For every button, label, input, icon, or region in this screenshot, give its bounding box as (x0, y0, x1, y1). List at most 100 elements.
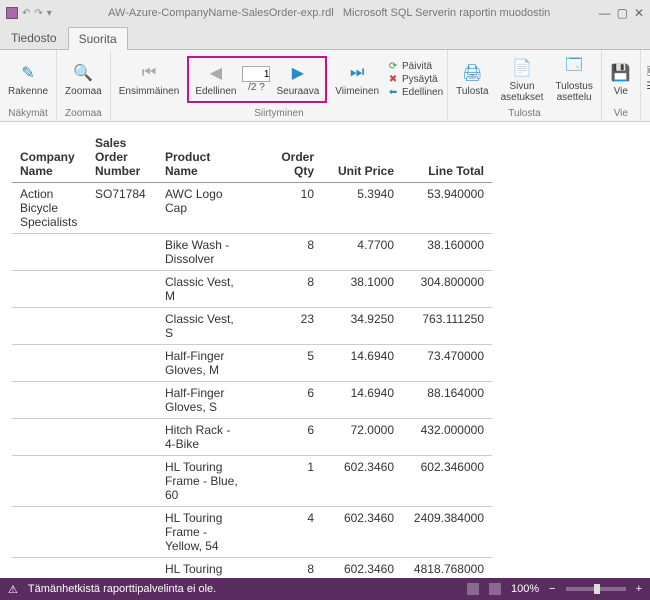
cell-total: 4818.768000 (402, 558, 492, 579)
cell-qty: 8 (252, 271, 322, 308)
redo-icon[interactable]: ↷ (34, 8, 42, 19)
cell-price: 14.6940 (322, 345, 402, 382)
cell-price: 72.0000 (322, 419, 402, 456)
cell-product: AWC Logo Cap (157, 183, 252, 234)
report-viewer[interactable]: Company Name Sales Order Number Product … (0, 122, 650, 578)
cell-total: 763.111250 (402, 308, 492, 345)
cell-price: 602.3460 (322, 456, 402, 507)
minimize-icon[interactable]: — (599, 6, 611, 20)
zoom-out-button[interactable]: − (549, 583, 555, 595)
cell-qty: 6 (252, 419, 322, 456)
page-setup-icon: 📄 (511, 57, 533, 79)
tab-file[interactable]: Tiedosto (0, 26, 68, 49)
cell-price: 34.9250 (322, 308, 402, 345)
qa-dropdown-icon[interactable]: ▾ (47, 8, 52, 19)
print-layout-button[interactable]: 🗔Tulostus asettelu (551, 55, 596, 105)
cell-so (87, 456, 157, 507)
cell-product: Half-Finger Gloves, M (157, 345, 252, 382)
stop-icon: ✖ (387, 74, 399, 86)
cell-qty: 8 (252, 558, 322, 579)
close-icon[interactable]: ✕ (634, 6, 644, 20)
cell-so (87, 507, 157, 558)
docmap-button[interactable]: 🗎Tiedostokartta (645, 67, 650, 79)
refresh-icon: ⟳ (387, 61, 399, 73)
cell-total: 38.160000 (402, 234, 492, 271)
table-row: Action Bicycle SpecialistsSO71784AWC Log… (12, 183, 492, 234)
cell-total: 88.164000 (402, 382, 492, 419)
cell-product: Bike Wash - Dissolver (157, 234, 252, 271)
cell-qty: 6 (252, 382, 322, 419)
back-button[interactable]: ⬅Edellinen (387, 87, 443, 99)
refresh-button[interactable]: ⟳Päivitä (387, 61, 443, 73)
next-page-button[interactable]: ▶ Seuraava (272, 60, 323, 99)
cell-company (12, 456, 87, 507)
ribbon-tabs: Tiedosto Suorita (0, 26, 650, 50)
tab-run[interactable]: Suorita (68, 27, 128, 50)
cell-total: 602.346000 (402, 456, 492, 507)
export-button[interactable]: 💾Vie (606, 60, 636, 99)
col-total: Line Total (402, 132, 492, 183)
page-nav-highlight: ◀ Edellinen /2 ? ▶ Seuraava (187, 56, 327, 103)
maximize-icon[interactable]: ▢ (617, 6, 628, 20)
cell-company (12, 271, 87, 308)
params-button[interactable]: ☰Parametrit (645, 80, 650, 92)
last-page-button[interactable]: ⏭ Viimeinen (331, 60, 383, 99)
view-mode-icon-2[interactable] (489, 583, 501, 595)
cell-qty: 10 (252, 183, 322, 234)
cell-product: HL Touring Frame - Yellow, 60 (157, 558, 252, 579)
col-so: Sales Order Number (87, 132, 157, 183)
prev-page-button[interactable]: ◀ Edellinen (191, 60, 240, 99)
cell-company (12, 419, 87, 456)
cell-total: 73.470000 (402, 345, 492, 382)
cell-price: 14.6940 (322, 382, 402, 419)
table-row: HL Touring Frame - Yellow, 608602.346048… (12, 558, 492, 579)
table-row: HL Touring Frame - Blue, 601602.3460602.… (12, 456, 492, 507)
cell-product: Classic Vest, S (157, 308, 252, 345)
col-product: Product Name (157, 132, 252, 183)
last-page-icon: ⏭ (346, 62, 368, 84)
cell-company (12, 507, 87, 558)
first-page-button[interactable]: ⏮ Ensimmäinen (115, 60, 184, 99)
cell-price: 602.3460 (322, 507, 402, 558)
cell-qty: 23 (252, 308, 322, 345)
ribbon: ✎ Rakenne Näkymät 🔍 Zoomaa Zoomaa ⏮ Ensi… (0, 50, 650, 122)
design-button[interactable]: ✎ Rakenne (4, 60, 52, 99)
undo-icon[interactable]: ↶ (22, 8, 30, 19)
zoom-icon: 🔍 (72, 62, 94, 84)
prev-page-icon: ◀ (205, 62, 227, 84)
table-row: Half-Finger Gloves, S614.694088.164000 (12, 382, 492, 419)
statusbar: ⚠ Tämänhetkistä raporttipalvelinta ei ol… (0, 578, 650, 600)
cell-total: 304.800000 (402, 271, 492, 308)
cell-company (12, 308, 87, 345)
title-filename: AW-Azure-CompanyName-SalesOrder-exp.rdl (108, 7, 334, 19)
report-table: Company Name Sales Order Number Product … (12, 132, 492, 578)
page-total: /2 ? (248, 82, 265, 93)
cell-company (12, 234, 87, 271)
cell-product: HL Touring Frame - Yellow, 54 (157, 507, 252, 558)
zoom-button[interactable]: 🔍 Zoomaa (61, 60, 106, 99)
status-warning-icon: ⚠ (8, 583, 18, 596)
cell-so (87, 419, 157, 456)
export-icon: 💾 (610, 62, 632, 84)
stop-button[interactable]: ✖Pysäytä (387, 74, 443, 86)
cell-so (87, 345, 157, 382)
cell-price: 38.1000 (322, 271, 402, 308)
cell-company: Action Bicycle Specialists (12, 183, 87, 234)
page-input[interactable] (242, 66, 270, 82)
cell-so (87, 558, 157, 579)
view-mode-icon[interactable] (467, 583, 479, 595)
cell-product: Hitch Rack - 4-Bike (157, 419, 252, 456)
cell-product: Half-Finger Gloves, S (157, 382, 252, 419)
zoom-value: 100% (511, 583, 539, 595)
zoom-slider[interactable] (566, 587, 626, 591)
zoom-in-button[interactable]: + (636, 583, 642, 595)
table-row: Bike Wash - Dissolver84.770038.160000 (12, 234, 492, 271)
cell-price: 5.3940 (322, 183, 402, 234)
cell-total: 53.940000 (402, 183, 492, 234)
cell-qty: 1 (252, 456, 322, 507)
print-button[interactable]: 🖨Tulosta (452, 60, 492, 99)
table-row: Half-Finger Gloves, M514.694073.470000 (12, 345, 492, 382)
page-setup-button[interactable]: 📄Sivun asetukset (497, 55, 548, 105)
cell-so (87, 382, 157, 419)
titlebar: ↶ ↷ ▾ AW-Azure-CompanyName-SalesOrder-ex… (0, 0, 650, 26)
